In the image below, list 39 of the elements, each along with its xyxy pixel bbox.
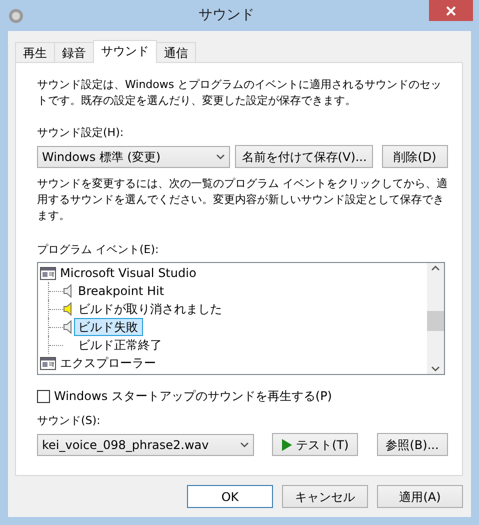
dialog-button[interactable]: 適用(A) bbox=[377, 485, 463, 508]
close-icon bbox=[446, 6, 456, 16]
list-item[interactable]: エクスプローラー bbox=[60, 354, 156, 372]
list-item[interactable]: ビルド正常終了 bbox=[74, 336, 167, 354]
browse-button[interactable]: 参照(B)... bbox=[376, 433, 448, 456]
tab[interactable]: サウンド bbox=[93, 40, 157, 63]
tab[interactable]: 再生 bbox=[15, 42, 55, 62]
dialog-button[interactable]: OK bbox=[187, 485, 273, 508]
dialog-button[interactable]: キャンセル bbox=[282, 485, 368, 508]
window-title: サウンド bbox=[198, 6, 256, 25]
scroll-thumb[interactable] bbox=[427, 311, 444, 331]
checkbox-label: Windows スタートアップのサウンドを再生する(P) bbox=[54, 388, 332, 405]
instruction-text: サウンドを変更するには、次の一覧のプログラム イベントをクリックしてから、適用するサウンドを選んでください。変更内容が新しいサウンド設定として保存できます。 bbox=[37, 176, 448, 224]
list-item[interactable]: ビルド失敗 bbox=[74, 318, 143, 336]
field-label: プログラム イベント(E): bbox=[37, 242, 160, 258]
sound-dropdown[interactable]: kei_voice_098_phrase2.wav bbox=[37, 434, 254, 456]
list-item[interactable]: Breakpoint Hit bbox=[74, 282, 170, 300]
scrollbar[interactable] bbox=[427, 263, 444, 374]
window-icon bbox=[40, 356, 56, 370]
list-item[interactable]: ビルドが取り消されました bbox=[74, 300, 227, 318]
scheme-dropdown[interactable]: Windows 標準 (変更) bbox=[37, 146, 230, 168]
caret-icon bbox=[216, 154, 225, 160]
list-row[interactable]: ビルド正常終了 bbox=[40, 336, 425, 354]
tab[interactable]: 通信 bbox=[156, 42, 196, 62]
scheme-button[interactable]: 名前を付けて保存(V)... bbox=[234, 145, 373, 168]
window-icon bbox=[40, 266, 56, 280]
test-button[interactable]: テスト(T) bbox=[272, 433, 358, 456]
caret-icon bbox=[431, 265, 440, 271]
caret-icon bbox=[431, 366, 440, 372]
scheme-button[interactable]: 削除(D) bbox=[382, 145, 448, 168]
checkbox[interactable] bbox=[37, 390, 50, 402]
event-list[interactable]: Microsoft Visual Studio Breakpoint Hit ビルドが取り消されました ビルド失敗 ビルド正常終了 エクスプローラー bbox=[37, 262, 445, 375]
play-icon bbox=[280, 438, 292, 450]
caret-icon bbox=[240, 442, 250, 448]
close-button[interactable] bbox=[429, 0, 473, 21]
field-label: サウンド(S): bbox=[37, 413, 102, 429]
list-item[interactable]: Microsoft Visual Studio bbox=[60, 264, 196, 282]
field-label: サウンド設定(H): bbox=[37, 125, 125, 141]
description-text: サウンド設定は、Windows とプログラムのイベントに適用されるサウンドのセットです。既存の設定を選んだり、変更した設定が保存できます。 bbox=[37, 77, 443, 109]
